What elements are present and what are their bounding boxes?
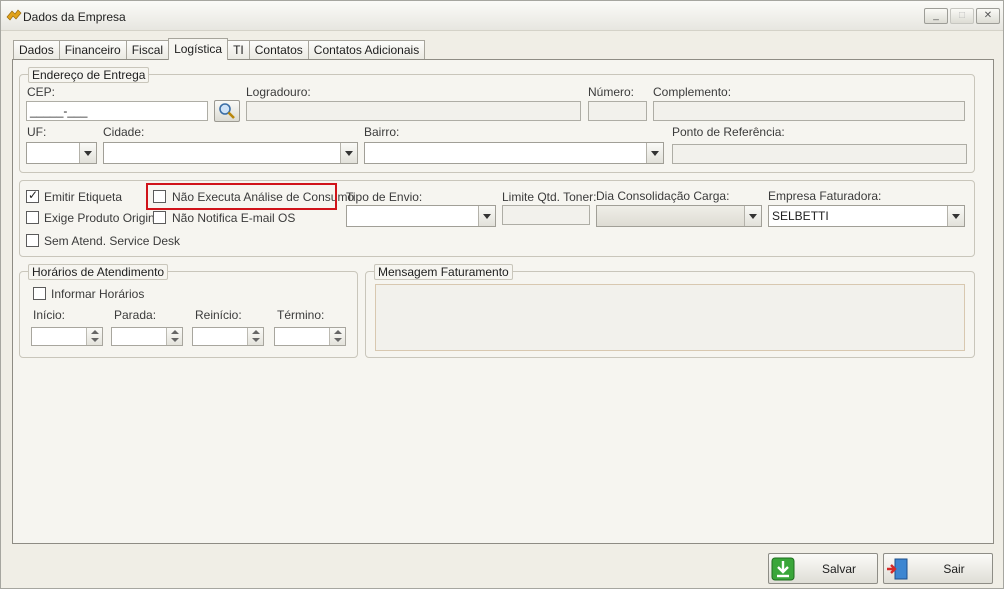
limite-toner-label: Limite Qtd. Toner: [502,190,597,204]
termino-time-input[interactable] [274,327,346,346]
spin-buttons[interactable] [329,328,345,345]
salvar-label: Salvar [821,562,856,576]
sair-label: Sair [943,562,965,576]
tab-ti[interactable]: TI [227,40,250,60]
cep-input[interactable]: _____-___ [26,101,208,121]
logradouro-label: Logradouro: [246,85,311,99]
chevron-down-icon[interactable] [79,143,96,163]
magnifier-icon [219,103,235,119]
window: Dados da Empresa _ □ ✕ Dados Financeiro … [0,0,1004,589]
nao-notifica-email-label: Não Notifica E-mail OS [172,211,296,225]
cidade-select[interactable] [103,142,358,164]
highlight-box [146,183,337,210]
save-icon [771,557,795,581]
tab-contatos[interactable]: Contatos [248,40,309,60]
exige-produto-original-label: Exige Produto Original [44,211,165,225]
cidade-label: Cidade: [103,125,145,139]
spin-buttons[interactable] [166,328,182,345]
inicio-time-input[interactable] [31,327,103,346]
reinicio-time-input[interactable] [192,327,264,346]
nao-notifica-email-checkbox[interactable] [153,211,166,224]
bairro-label: Bairro: [364,125,400,139]
logradouro-input[interactable] [246,101,581,121]
chevron-down-icon[interactable] [478,206,495,226]
tab-fiscal[interactable]: Fiscal [125,40,170,60]
chevron-down-icon[interactable] [947,206,964,226]
arrow-down-icon[interactable] [91,338,99,342]
arrow-down-icon[interactable] [171,338,179,342]
dia-consolidacao-select[interactable] [596,205,762,227]
spin-buttons[interactable] [86,328,102,345]
arrow-down-icon[interactable] [252,338,260,342]
empresa-faturadora-select[interactable]: SELBETTI [768,205,965,227]
title-bar: Dados da Empresa _ □ ✕ [1,1,1003,31]
exit-door-icon [887,558,908,580]
complemento-input[interactable] [653,101,965,121]
numero-input[interactable] [588,101,647,121]
arrow-up-icon[interactable] [91,330,99,334]
reinicio-label: Reinício: [195,308,242,322]
spin-buttons[interactable] [247,328,263,345]
app-icon [6,9,22,21]
complemento-label: Complemento: [653,85,732,99]
tab-dados[interactable]: Dados [13,40,60,60]
mensagem-textarea[interactable] [375,284,965,351]
informar-horarios-checkbox[interactable] [33,287,46,300]
minimize-button[interactable]: _ [924,8,948,24]
cep-label: CEP: [27,85,56,99]
inicio-label: Início: [33,308,66,322]
numero-label: Número: [588,85,635,99]
uf-select[interactable] [26,142,97,164]
cep-value: _____-___ [30,104,88,118]
empresa-faturadora-label: Empresa Faturadora: [768,189,882,203]
empresa-faturadora-value: SELBETTI [772,209,829,223]
emitir-etiqueta-label: Emitir Etiqueta [44,190,123,204]
parada-label: Parada: [114,308,157,322]
sem-atend-service-desk-checkbox[interactable] [26,234,39,247]
chevron-down-icon[interactable] [340,143,357,163]
tab-financeiro[interactable]: Financeiro [58,40,127,60]
salvar-button[interactable]: Salvar [768,553,878,584]
cep-search-button[interactable] [214,100,240,122]
bairro-select[interactable] [364,142,664,164]
tipo-envio-label: Tipo de Envio: [346,190,423,204]
maximize-button[interactable]: □ [950,8,974,24]
arrow-up-icon[interactable] [252,330,260,334]
tab-strip: Dados Financeiro Fiscal Logística TI Con… [13,38,426,60]
mensagem-group-title: Mensagem Faturamento [374,264,513,280]
arrow-up-icon[interactable] [334,330,342,334]
dia-consolidacao-label: Dia Consolidação Carga: [596,189,730,203]
sem-atend-service-desk-label: Sem Atend. Service Desk [44,234,181,248]
uf-label: UF: [27,125,47,139]
informar-horarios-label: Informar Horários [51,287,145,301]
emitir-etiqueta-checkbox[interactable] [26,188,39,203]
parada-time-input[interactable] [111,327,183,346]
sair-button[interactable]: Sair [883,553,993,584]
tab-logistica[interactable]: Logística [168,38,229,60]
ponto-referencia-input[interactable] [672,144,967,164]
tab-contatos-adicionais[interactable]: Contatos Adicionais [307,40,426,60]
termino-label: Término: [277,308,325,322]
chevron-down-icon[interactable] [646,143,663,163]
close-button[interactable]: ✕ [976,8,1000,24]
limite-toner-input[interactable] [502,205,590,225]
tipo-envio-select[interactable] [346,205,496,227]
chevron-down-icon[interactable] [744,206,761,226]
endereco-group-title: Endereço de Entrega [28,67,150,83]
window-title: Dados da Empresa [23,10,126,24]
arrow-up-icon[interactable] [171,330,179,334]
ponto-referencia-label: Ponto de Referência: [672,125,785,139]
exige-produto-original-checkbox[interactable] [26,211,39,224]
horarios-group-title: Horários de Atendimento [28,264,169,280]
arrow-down-icon[interactable] [334,338,342,342]
